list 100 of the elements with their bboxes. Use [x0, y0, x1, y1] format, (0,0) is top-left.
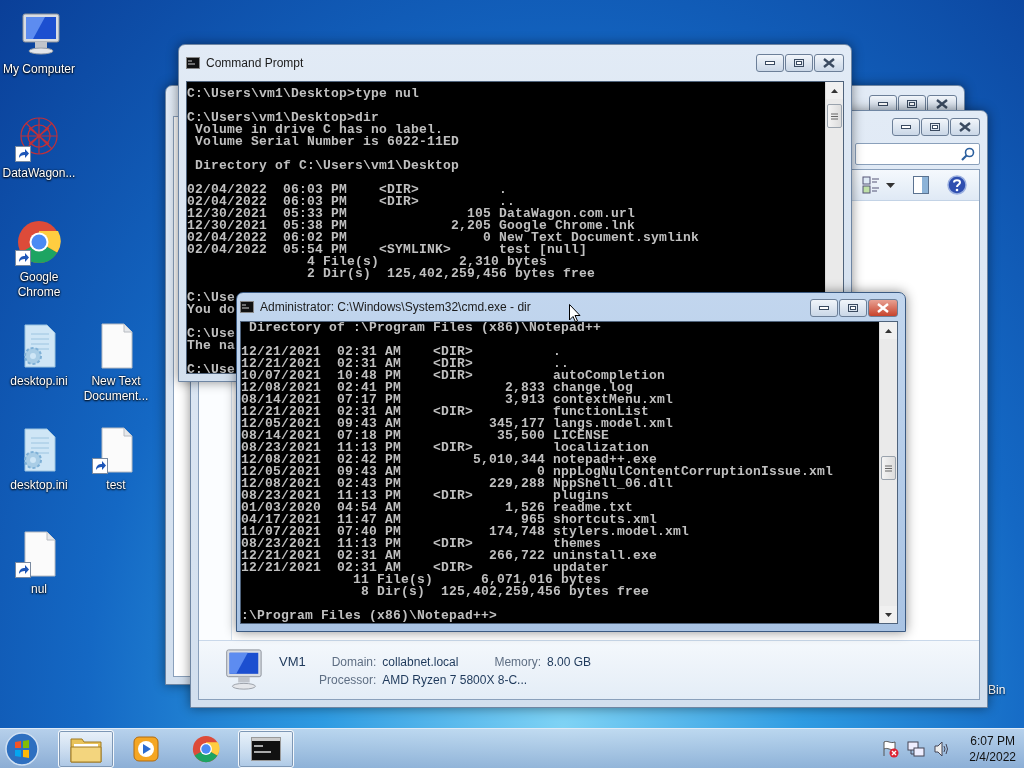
console-line: You do	[187, 304, 235, 316]
maximize-icon	[907, 100, 917, 108]
up-arrow-icon	[885, 328, 892, 333]
media-player-icon	[133, 735, 159, 762]
scroll-thumb[interactable]	[827, 104, 842, 129]
console-line: 02/04/2022 06:02 PM 0 New Text Document.symlink	[187, 232, 700, 244]
scroll-thumb[interactable]	[881, 456, 896, 481]
console-line: 12/05/2021 09:43 AM 0 nppLogNulContentCorruptionIssue.xml	[241, 466, 834, 478]
console-line: 02/04/2022 06:03 PM <DIR> ..	[187, 196, 516, 208]
minimize-button[interactable]	[892, 118, 920, 136]
maximize-button[interactable]	[785, 54, 813, 72]
taskbar-button[interactable]	[238, 729, 294, 768]
console-line: 08/14/2021 07:18 PM 35,500 LICENSE	[241, 430, 610, 442]
field-label: Memory:	[494, 654, 542, 669]
icon-label[interactable]: desktop.ini	[10, 478, 68, 493]
scroll-up-button[interactable]	[880, 322, 897, 339]
minimize-icon	[901, 125, 911, 129]
close-button[interactable]	[814, 54, 844, 72]
icon-label[interactable]: Google Chrome	[1, 270, 77, 300]
scroll-down-button[interactable]	[880, 606, 897, 623]
help-icon[interactable]	[947, 175, 967, 195]
maximize-icon	[848, 304, 858, 312]
console-line: 12/21/2021 02:31 AM <DIR> updater	[241, 562, 610, 574]
console-line: 12/30/2021 05:33 PM 105 DataWagon.com.url	[187, 208, 636, 220]
console-line: 12/08/2021 02:41 PM 2,833 change.log	[241, 382, 634, 394]
console-line: 01/03/2020 04:54 AM 1,526 readme.txt	[241, 502, 634, 514]
up-arrow-icon	[831, 88, 838, 93]
icon-label[interactable]: nul	[31, 582, 47, 597]
network-icon[interactable]	[907, 739, 926, 758]
field-value: AMD Ryzen 7 5800X 8-C...	[382, 672, 529, 687]
console-line: Directory of :\Program Files (x86)\Notepad++	[248, 322, 602, 334]
clock[interactable]: 6:07 PM 2/4/2022	[969, 732, 1016, 765]
console-line: 08/23/2021 11:13 PM <DIR> localization	[241, 442, 650, 454]
console-line: 08/23/2021 11:13 PM <DIR> plugins	[241, 490, 610, 502]
console-line: :\Program Files (x86)\Notepad++>	[241, 610, 498, 622]
console-line: 08/23/2021 11:13 PM <DIR> themes	[241, 538, 602, 550]
chrome-icon	[191, 733, 221, 764]
action-center-flag-icon[interactable]	[881, 739, 900, 758]
close-button[interactable]	[868, 299, 898, 317]
start-button[interactable]	[2, 729, 42, 768]
close-button[interactable]	[950, 118, 980, 136]
windows-orb-icon	[4, 730, 40, 767]
computer-name: VM1	[279, 653, 307, 669]
field-label: Processor:	[319, 672, 377, 687]
clock-date: 2/4/2022	[969, 748, 1016, 765]
caret-icon[interactable]	[886, 182, 895, 188]
icon-label[interactable]: New Text Document...	[78, 374, 154, 404]
console-line: Volume Serial Number is 6022-11ED	[194, 136, 460, 148]
console-line: 2 Dir(s) 125,402,259,456 bytes free	[306, 268, 596, 280]
icon-label[interactable]: desktop.ini	[10, 374, 68, 389]
console-line: 08/14/2021 07:17 PM 3,913 contextMenu.xml	[241, 394, 674, 406]
grip-icon	[885, 464, 892, 472]
console-line: C:\Users\vm1\Desktop>dir	[187, 112, 380, 124]
console-line: C:\Users\vm1\Desktop>type nul	[187, 88, 420, 100]
console-icon	[251, 736, 281, 761]
minimize-icon	[765, 61, 775, 65]
window-title: Administrator: C:\Windows\System32\cmd.exe - dir	[260, 300, 531, 314]
console-line: 8 Dir(s) 125,402,259,456 bytes free	[360, 586, 650, 598]
console-line: 12/21/2021 02:31 AM 266,722 uninstall.exe	[241, 550, 658, 562]
minimize-icon	[878, 102, 888, 106]
down-arrow-icon	[885, 612, 892, 617]
maximize-icon	[794, 59, 804, 67]
console-line: C:\Use	[187, 328, 235, 340]
console-line: C:\Use	[187, 364, 235, 373]
close-icon	[877, 303, 889, 313]
console-line: 12/05/2021 09:43 AM 345,177 langs.model.xml	[241, 418, 674, 430]
window-title: Command Prompt	[206, 56, 304, 70]
maximize-icon	[930, 123, 940, 131]
icon-label[interactable]: test	[106, 478, 126, 493]
view-options-icon[interactable]	[862, 176, 880, 194]
clock-time: 6:07 PM	[970, 732, 1015, 749]
console-line: 11 File(s) 6,071,016 bytes	[352, 574, 602, 586]
preview-pane-icon[interactable]	[913, 176, 929, 194]
icon-label[interactable]: Bin	[988, 683, 1006, 697]
console-line: 12/30/2021 05:38 PM 2,205 Google Chrome.lnk	[187, 220, 636, 232]
icon-label[interactable]: My Computer	[3, 62, 75, 77]
console-line: 11/07/2021 07:40 PM 174,748 stylers.model.xml	[241, 526, 690, 538]
console-line: 10/07/2021 10:48 PM <DIR> autoCompletion	[241, 370, 666, 382]
maximize-button[interactable]	[921, 118, 949, 136]
console-line: 04/17/2021 11:47 AM 965 shortcuts.xml	[241, 514, 658, 526]
console-line: 12/21/2021 02:31 AM <DIR> ..	[241, 358, 570, 370]
console-line: 12/21/2021 02:31 AM <DIR> functionList	[241, 406, 650, 418]
icon-label[interactable]: DataWagon...	[2, 166, 76, 181]
search-field[interactable]	[855, 143, 980, 165]
grip-icon	[831, 112, 838, 120]
close-icon	[823, 58, 835, 68]
minimize-button[interactable]	[810, 299, 838, 317]
field-value: collabnet.local	[382, 654, 459, 669]
maximize-button[interactable]	[839, 299, 867, 317]
console-line: Directory of C:\Users\vm1\Desktop	[194, 160, 460, 172]
field-label: Domain:	[330, 654, 377, 669]
minimize-button[interactable]	[756, 54, 784, 72]
console-line: 12/08/2021 02:43 PM 229,288 NppShell_06.dll	[241, 478, 674, 490]
console-line: Volume in drive C has no label.	[195, 124, 444, 136]
console-line: 12/21/2021 02:31 AM <DIR> .	[241, 346, 562, 358]
close-icon	[959, 122, 971, 132]
scroll-up-button[interactable]	[826, 82, 843, 99]
console-line: The na	[187, 340, 235, 352]
field-value: 8.00 GB	[547, 654, 592, 669]
console-icon	[240, 301, 254, 313]
